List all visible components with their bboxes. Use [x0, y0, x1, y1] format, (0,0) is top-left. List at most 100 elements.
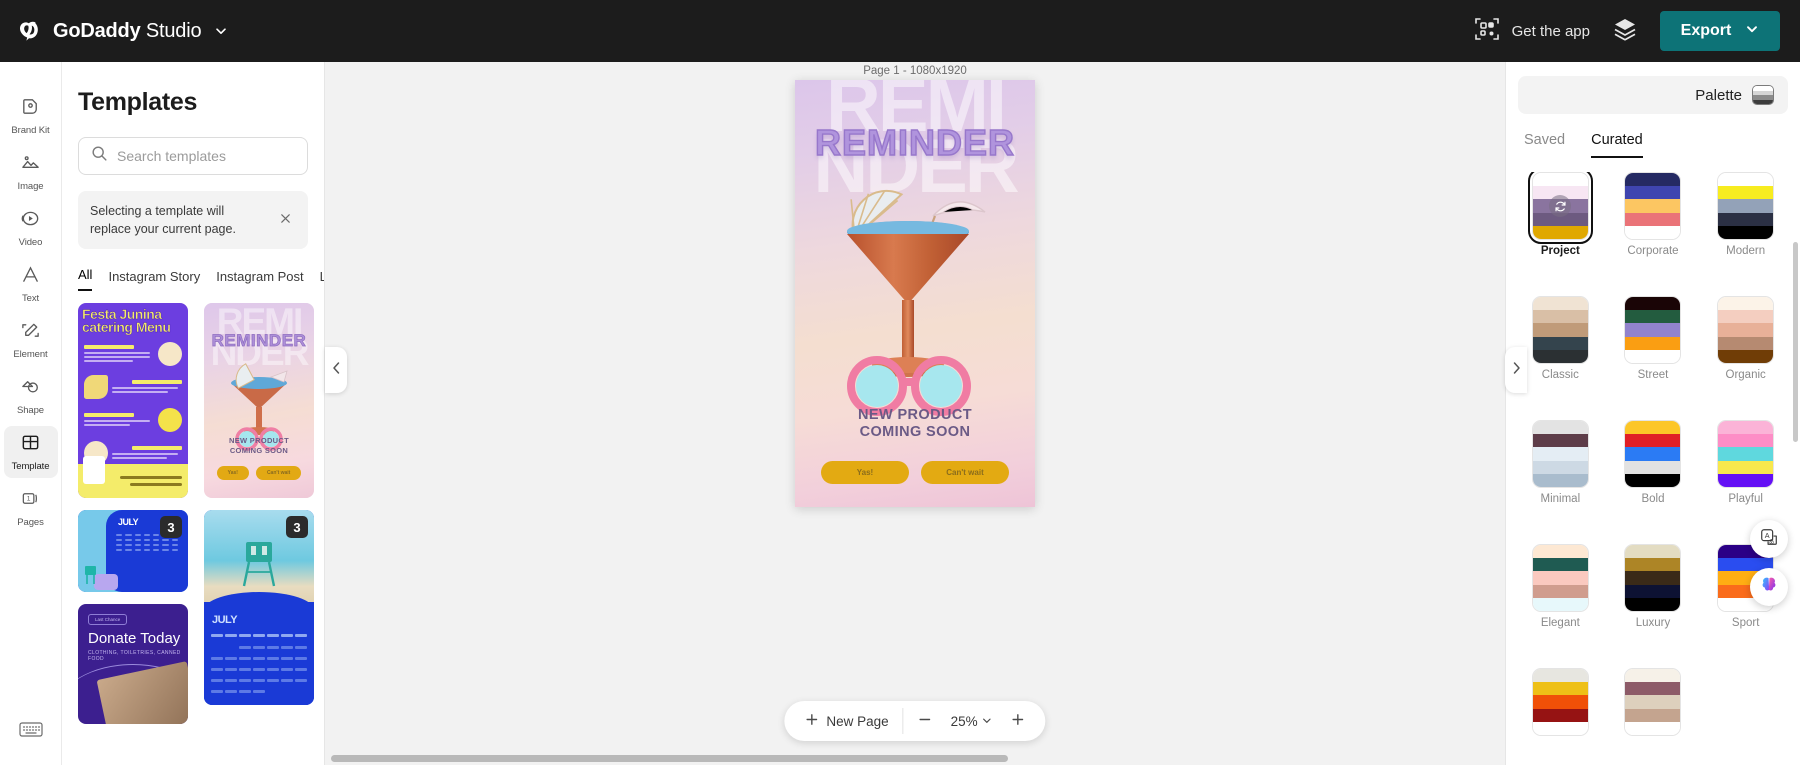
collapse-right-panel-button[interactable]	[1505, 347, 1527, 393]
sidebar-item-pages[interactable]: 1 Pages	[4, 482, 58, 534]
palette-swatch-unnamed-12[interactable]	[1520, 668, 1601, 765]
palette-name: Sport	[1731, 617, 1760, 629]
tab-instagram-post[interactable]: Instagram Post	[216, 269, 303, 291]
artwork-button-yas: Yas!	[821, 461, 909, 484]
template-thumb-tag: Last Chance	[88, 614, 128, 626]
layers-button[interactable]	[1612, 16, 1638, 47]
template-thumb-label: JULY	[118, 517, 139, 528]
palette-swatch-minimal[interactable]: Minimal	[1520, 420, 1601, 536]
template-card-reminder[interactable]: REMI NDER REMINDER NEW PRODUCT COMING SO…	[204, 303, 314, 499]
template-card-donate-today[interactable]: Last Chance Donate Today CLOTHING, TOILE…	[78, 604, 188, 725]
artwork-button-cant-wait: Can't wait	[921, 461, 1009, 484]
zoom-level-selector[interactable]: 25%	[947, 714, 997, 729]
palette-swatch-bold[interactable]: Bold	[1613, 420, 1694, 536]
sidebar-item-label: Pages	[17, 517, 44, 528]
artwork-subtitle: NEW PRODUCT COMING SOON	[858, 407, 972, 441]
lifeguard-tower-illustration	[242, 542, 276, 587]
palette-colors	[1531, 668, 1589, 736]
tab-curated[interactable]: Curated	[1591, 132, 1643, 158]
search-input[interactable]	[117, 148, 295, 164]
template-badge: 3	[286, 516, 308, 539]
palette-swatch-classic[interactable]: Classic	[1520, 296, 1601, 412]
template-replace-notice: Selecting a template will replace your c…	[78, 191, 308, 250]
template-card-july-calendar-beach[interactable]: JULY 3	[204, 510, 314, 706]
brand-name: GoDaddy Studio	[53, 19, 202, 42]
template-thumb-button-2: Can't wait	[255, 466, 302, 481]
chevron-down-icon	[1745, 22, 1759, 41]
tab-all[interactable]: All	[78, 267, 93, 292]
get-the-app-button[interactable]: Get the app	[1474, 16, 1590, 47]
video-icon	[20, 208, 41, 234]
keyboard-shortcuts-button[interactable]	[18, 721, 43, 743]
palette-name: Corporate	[1627, 245, 1679, 257]
template-thumb-sub: NEW PRODUCT COMING SOON	[229, 436, 289, 456]
palette-name: Street	[1637, 369, 1669, 381]
svg-text:あ: あ	[1769, 538, 1774, 545]
palette-swatch-luxury[interactable]: Luxury	[1613, 544, 1694, 660]
brand-menu[interactable]: GoDaddy Studio	[16, 17, 228, 45]
sidebar-item-brand-kit[interactable]: Brand Kit	[4, 90, 58, 142]
sidebar-item-shape[interactable]: Shape	[4, 370, 58, 422]
palette-tabs: Saved Curated	[1524, 132, 1800, 158]
translate-icon: A あ	[1759, 527, 1779, 552]
sidebar-item-label: Text	[21, 293, 40, 304]
template-thumb-sub: CLOTHING, TOILETRIES, CANNED FOOD	[88, 650, 181, 663]
close-icon[interactable]	[275, 210, 296, 231]
sidebar-item-element[interactable]: Element	[4, 314, 58, 366]
template-icon	[20, 432, 41, 458]
template-grid: Festa Junina catering Menu JULY 3 Last C…	[62, 303, 324, 725]
palette-swatch-corporate[interactable]: Corporate	[1613, 172, 1694, 288]
palette-grid: Project Corporate Modern Classic Street Organ…	[1506, 172, 1800, 765]
collapse-left-panel-button[interactable]	[325, 347, 347, 393]
artboard[interactable]: REMI NDER REMINDER NEW PRODUCT COMING SO…	[795, 80, 1035, 507]
template-thumb-word: REMINDER	[211, 331, 307, 351]
canvas-bottom-toolbar: New Page 25%	[784, 701, 1046, 741]
palette-swatch-playful[interactable]: Playful	[1705, 420, 1786, 536]
keyboard-icon	[18, 722, 43, 742]
refresh-icon[interactable]	[1549, 195, 1572, 217]
palette-swatch-unnamed-13[interactable]	[1613, 668, 1694, 765]
search-templates-box[interactable]	[78, 137, 308, 175]
qr-code-icon	[1474, 16, 1500, 47]
palette-swatch-project[interactable]: Project	[1520, 172, 1601, 288]
sidebar-item-label: Brand Kit	[11, 125, 50, 136]
artwork-buttons: Yas! Can't wait	[795, 461, 1035, 484]
canvas-area: Page 1 - 1080x1920 REMI NDER REMINDER NE…	[325, 62, 1505, 765]
plus-icon	[1011, 712, 1026, 730]
palette-colors	[1531, 544, 1589, 612]
sidebar-item-template[interactable]: Template	[3, 426, 58, 478]
template-card-festa-junina[interactable]: Festa Junina catering Menu	[78, 303, 188, 499]
palette-name: Modern	[1726, 245, 1766, 257]
palette-toggle-icon[interactable]	[1752, 85, 1774, 105]
layers-icon	[1612, 16, 1638, 47]
palette-swatch-street[interactable]: Street	[1613, 296, 1694, 412]
palette-swatch-organic[interactable]: Organic	[1705, 296, 1786, 412]
new-page-button[interactable]: New Page	[790, 707, 902, 735]
notice-text: Selecting a template will replace your c…	[90, 204, 236, 237]
sidebar-item-image[interactable]: Image	[4, 146, 58, 198]
zoom-in-button[interactable]	[997, 707, 1040, 735]
tab-instagram-story[interactable]: Instagram Story	[108, 269, 200, 291]
zoom-out-button[interactable]	[904, 707, 947, 735]
template-card-july-calendar-wide[interactable]: JULY 3	[78, 510, 188, 593]
tab-logo[interactable]: Log	[320, 269, 324, 291]
palette-colors	[1624, 544, 1682, 612]
sidebar-item-video[interactable]: Video	[4, 202, 58, 254]
tab-saved[interactable]: Saved	[1524, 132, 1565, 158]
page-size-label: Page 1 - 1080x1920	[863, 65, 967, 77]
minus-icon	[918, 712, 933, 730]
sidebar-item-text[interactable]: Text	[4, 258, 58, 310]
translate-button[interactable]: A あ	[1750, 520, 1788, 558]
brand-kit-icon	[20, 96, 41, 122]
palette-header-label: Palette	[1695, 86, 1742, 104]
palette-colors	[1624, 420, 1682, 488]
template-thumb-title: Festa Junina catering Menu	[82, 306, 171, 336]
palette-swatch-elegant[interactable]: Elegant	[1520, 544, 1601, 660]
sidebar-item-label: Shape	[17, 405, 44, 416]
palette-scrollbar[interactable]	[1793, 242, 1798, 442]
ai-assistant-button[interactable]	[1750, 568, 1788, 606]
export-button[interactable]: Export	[1660, 11, 1780, 51]
canvas-horizontal-scrollbar[interactable]	[331, 755, 1499, 762]
palette-swatch-modern[interactable]: Modern	[1705, 172, 1786, 288]
palette-colors	[1717, 296, 1775, 364]
